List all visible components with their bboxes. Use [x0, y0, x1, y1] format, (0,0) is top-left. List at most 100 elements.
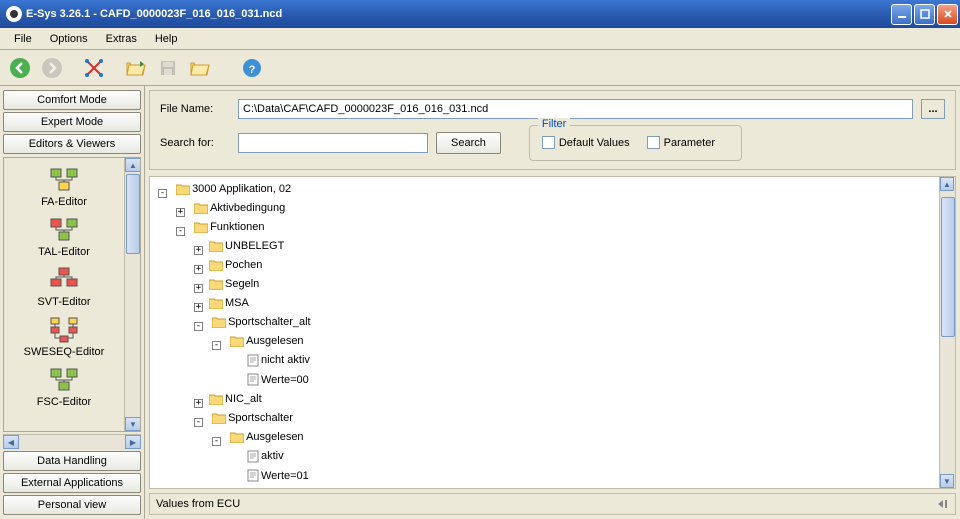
titlebar: E-Sys 3.26.1 - CAFD_0000023F_016_016_031… [0, 0, 960, 28]
checkbox-label: Parameter [664, 137, 715, 149]
sidebar-external-apps[interactable]: External Applications [3, 473, 141, 493]
expander-icon[interactable]: - [158, 189, 167, 198]
open-button[interactable] [122, 54, 150, 82]
tree-node-ausgelesen[interactable]: Ausgelesen [228, 333, 306, 349]
scroll-up-icon[interactable]: ▲ [940, 177, 954, 191]
connect-button[interactable] [80, 54, 108, 82]
editor-label: FA-Editor [41, 196, 87, 208]
values-from-ecu-panel: Values from ECU [149, 493, 956, 515]
window-title: E-Sys 3.26.1 - CAFD_0000023F_016_016_031… [26, 8, 891, 20]
scroll-up-icon[interactable]: ▲ [125, 158, 141, 172]
sidebar-personal-view[interactable]: Personal view [3, 495, 141, 515]
tree-scrollbar[interactable]: ▲ ▼ [939, 177, 955, 488]
editor-list-panel: FA-Editor TAL-Editor SVT-Editor SWESEQ-E… [3, 157, 141, 432]
editor-label: FSC-Editor [37, 396, 91, 408]
scroll-left-icon[interactable]: ◀ [3, 435, 19, 449]
save-button[interactable] [154, 54, 182, 82]
tal-editor-icon [48, 216, 80, 244]
file-name-label: File Name: [160, 103, 230, 115]
menu-file[interactable]: File [6, 31, 40, 47]
minimize-button[interactable] [891, 4, 912, 25]
help-button[interactable]: ? [238, 54, 266, 82]
tree-view[interactable]: - 3000 Applikation, 02 + Aktivbedingung [150, 177, 939, 488]
editor-label: SWESEQ-Editor [24, 346, 105, 358]
scroll-down-icon[interactable]: ▼ [940, 474, 954, 488]
tree-node-segeln[interactable]: Segeln [207, 276, 261, 292]
tree-node-nic-alt[interactable]: NIC_alt [207, 391, 264, 407]
editor-tal[interactable]: TAL-Editor [4, 212, 124, 262]
tree-node-sportschalter[interactable]: Sportschalter [210, 410, 295, 426]
filter-group: Filter Default Values Parameter [529, 125, 742, 161]
search-button[interactable]: Search [436, 132, 501, 154]
maximize-button[interactable] [914, 4, 935, 25]
menu-options[interactable]: Options [42, 31, 96, 47]
filter-legend: Filter [538, 118, 570, 130]
sweseq-editor-icon [48, 316, 80, 344]
collapse-left-icon[interactable] [935, 498, 949, 510]
forward-button[interactable] [38, 54, 66, 82]
sidebar-scrollbar[interactable]: ▲ ▼ [124, 158, 140, 431]
menu-help[interactable]: Help [147, 31, 186, 47]
editor-fsc[interactable]: FSC-Editor [4, 362, 124, 412]
folder-button[interactable] [186, 54, 214, 82]
tree-node-aktivbedingung[interactable]: Aktivbedingung [192, 200, 287, 216]
tree-node-unbelegt[interactable]: UNBELEGT [207, 238, 286, 254]
content-area: File Name: ... Search for: Search Filter… [145, 86, 960, 519]
scroll-down-icon[interactable]: ▼ [125, 417, 141, 431]
tree-panel: - 3000 Applikation, 02 + Aktivbedingung [149, 176, 956, 489]
expander-icon[interactable]: - [212, 341, 221, 350]
menubar: File Options Extras Help [0, 28, 960, 50]
app-icon [6, 6, 22, 22]
sidebar-h-scroll[interactable]: ◀ ▶ [3, 434, 141, 450]
filter-default-values[interactable]: Default Values [542, 136, 630, 149]
tree-node-msa[interactable]: MSA [207, 295, 251, 311]
expander-icon[interactable]: - [176, 227, 185, 236]
checkbox-label: Default Values [559, 137, 630, 149]
back-button[interactable] [6, 54, 34, 82]
close-button[interactable] [937, 4, 958, 25]
tree-node-ausgelesen2[interactable]: Ausgelesen [228, 429, 306, 445]
checkbox-icon [647, 136, 660, 149]
sidebar-comfort-mode[interactable]: Comfort Mode [3, 90, 141, 110]
expander-icon[interactable]: - [194, 418, 203, 427]
file-name-input[interactable] [238, 99, 913, 119]
editor-svt[interactable]: SVT-Editor [4, 262, 124, 312]
search-input[interactable] [238, 133, 428, 153]
checkbox-icon [542, 136, 555, 149]
sidebar-expert-mode[interactable]: Expert Mode [3, 112, 141, 132]
file-search-panel: File Name: ... Search for: Search Filter… [149, 90, 956, 170]
expander-icon[interactable]: + [194, 284, 203, 293]
sidebar-editors-viewers[interactable]: Editors & Viewers [3, 134, 141, 154]
search-label: Search for: [160, 137, 230, 149]
expander-icon[interactable]: + [194, 265, 203, 274]
expander-icon[interactable]: - [194, 322, 203, 331]
editor-fa[interactable]: FA-Editor [4, 162, 124, 212]
browse-button[interactable]: ... [921, 99, 945, 119]
expander-icon[interactable]: + [194, 303, 203, 312]
expander-icon[interactable]: + [194, 399, 203, 408]
tree-node-pochen[interactable]: Pochen [207, 257, 264, 273]
svg-text:?: ? [249, 64, 256, 76]
expander-icon[interactable]: + [194, 246, 203, 255]
tree-leaf-nicht-aktiv[interactable]: nicht aktiv [245, 352, 312, 368]
tree-leaf-werte01[interactable]: Werte=01 [245, 468, 311, 484]
scroll-thumb[interactable] [126, 174, 140, 254]
expander-icon[interactable]: - [212, 437, 221, 446]
scroll-right-icon[interactable]: ▶ [125, 435, 141, 449]
sidebar-data-handling[interactable]: Data Handling [3, 451, 141, 471]
values-from-ecu-label: Values from ECU [156, 498, 240, 510]
tree-node-funktionen[interactable]: Funktionen [192, 219, 266, 235]
tree-leaf-aktiv[interactable]: aktiv [245, 448, 286, 464]
expander-icon[interactable]: + [176, 208, 185, 217]
tree-node-app[interactable]: 3000 Applikation, 02 [174, 181, 293, 197]
fa-editor-icon [48, 166, 80, 194]
tree-leaf-werte00[interactable]: Werte=00 [245, 372, 311, 388]
menu-extras[interactable]: Extras [98, 31, 145, 47]
tree-node-sportschalter-alt[interactable]: Sportschalter_alt [210, 314, 313, 330]
filter-parameter[interactable]: Parameter [647, 136, 715, 149]
editor-label: SVT-Editor [37, 296, 90, 308]
toolbar: ? [0, 50, 960, 86]
editor-sweseq[interactable]: SWESEQ-Editor [4, 312, 124, 362]
editor-label: TAL-Editor [38, 246, 90, 258]
scroll-thumb[interactable] [941, 197, 955, 337]
